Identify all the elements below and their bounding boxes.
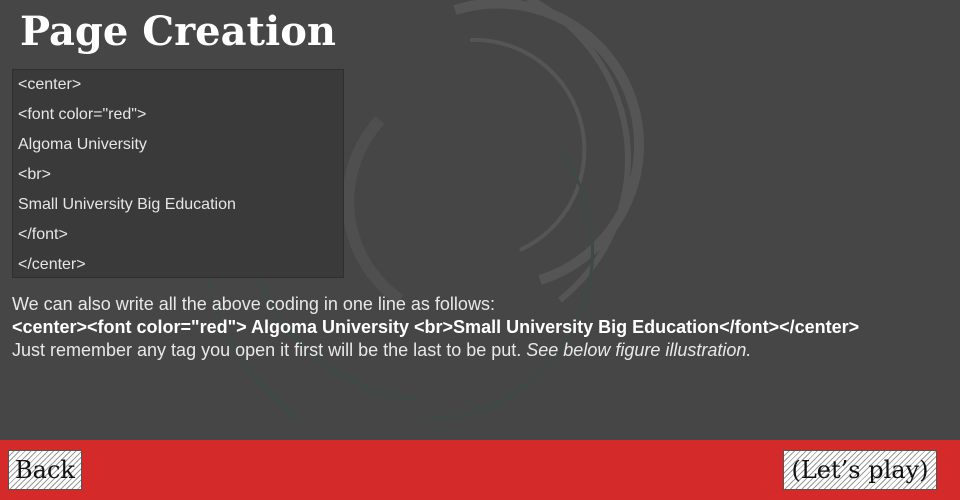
explanation-text: We can also write all the above coding i… <box>12 293 952 362</box>
code-line: Small University Big Education <box>18 196 236 213</box>
note-italic: See below figure illustration. <box>526 340 752 360</box>
code-line: </center> <box>18 256 86 273</box>
page-title: Page Creation <box>20 8 336 55</box>
code-box: <center> <font color="red"> Algoma Unive… <box>12 69 344 278</box>
code-line: <br> <box>18 166 51 183</box>
explanation-line: We can also write all the above coding i… <box>12 294 495 314</box>
footer-bar: Back (Let’s play) <box>0 440 960 500</box>
code-line: <center> <box>18 76 82 93</box>
back-button[interactable]: Back <box>8 450 82 490</box>
one-line-code: <center><font color="red"> Algoma Univer… <box>12 317 860 337</box>
lets-play-button[interactable]: (Let’s play) <box>783 450 937 490</box>
code-line: Algoma University <box>18 136 147 153</box>
code-line: <font color="red"> <box>18 106 147 123</box>
code-line: </font> <box>18 226 68 243</box>
note-text: Just remember any tag you open it first … <box>12 340 527 360</box>
explanation-note: Just remember any tag you open it first … <box>12 339 952 362</box>
